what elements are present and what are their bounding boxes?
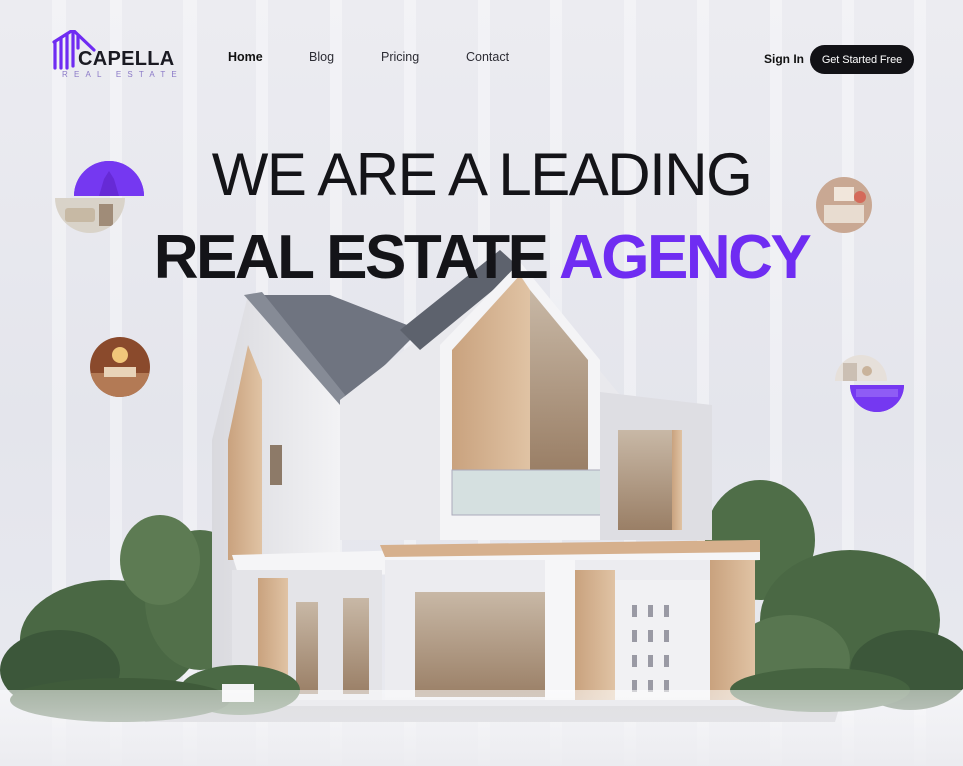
- brand-name: CAPELLA: [78, 48, 175, 70]
- hero-headline-main: REAL ESTATE: [153, 223, 549, 292]
- chandelier-photo-bubble: [90, 337, 150, 397]
- nav-item-blog[interactable]: Blog: [309, 50, 334, 64]
- nav-item-pricing[interactable]: Pricing: [381, 50, 419, 64]
- landing-page: CAPELLA REAL ESTATE Home Blog Pricing Co…: [0, 0, 963, 766]
- living-room-photo-bubble: [816, 177, 872, 233]
- nav-item-contact[interactable]: Contact: [466, 50, 509, 64]
- get-started-button[interactable]: Get Started Free: [810, 45, 914, 74]
- hero-headline-line2: REAL ESTATE AGENCY: [0, 222, 963, 293]
- brand-logo[interactable]: CAPELLA REAL ESTATE: [52, 30, 177, 82]
- brand-tagline: REAL ESTATE: [62, 70, 183, 79]
- sign-in-link[interactable]: Sign In: [764, 52, 804, 66]
- floor-reflection: [0, 690, 963, 766]
- nav-item-home[interactable]: Home: [228, 50, 263, 64]
- hero-headline-accent: AGENCY: [558, 223, 812, 292]
